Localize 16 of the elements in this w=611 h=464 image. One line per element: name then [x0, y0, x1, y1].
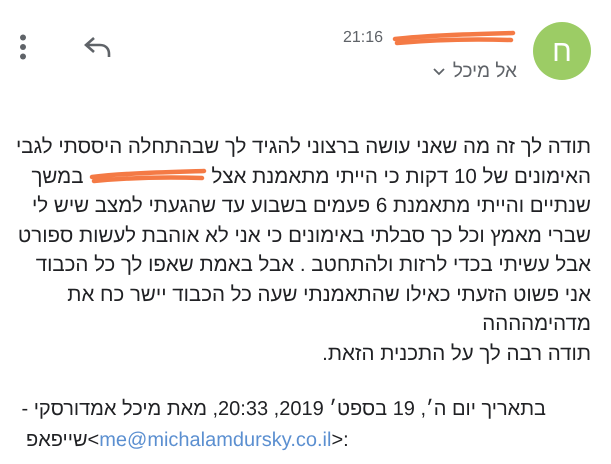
body-text-line: במשך [31, 164, 84, 190]
more-options-icon[interactable] [18, 34, 28, 60]
body-text-line: מדהימהההה [482, 311, 591, 337]
chevron-icon[interactable] [432, 68, 445, 76]
body-text-line: תודה רבה לך על התכנית הזאת. [322, 340, 591, 366]
time: 21:16 [342, 28, 383, 48]
body-text-line: שנתיים והייתי מתאמנת 6 פעמים בשבוע עד שהגעתי למצב שיש לי [32, 193, 591, 219]
body-text-line: תודה לך זה מה שאני עושה ברצוני להגיד לך שבהתחלה היססתי לגבי [16, 134, 591, 160]
reply-icon[interactable] [84, 35, 112, 59]
recipient-label: אל מיכל [452, 60, 517, 84]
avatar: ח [533, 22, 591, 80]
body-text-line: אני פשוט הזעתי כאילו שהתאמנתי שעה כל הכבוד יישר כח את [67, 282, 591, 308]
body-text-line: אבל עשיתי בכדי לרזות ולהתחטב . אבל באמת שאפו לך כל הכבוד [36, 252, 591, 278]
email-link[interactable]: me@michalamdursky.co.il [99, 429, 332, 451]
body-text-line: האימונים של 10 דקות כי הייתי מתאמנת אצל [212, 164, 591, 190]
body-text-line: שברי מאמץ וכל כך סבלתי באימונים כי אני לא אוהבת לעשות ספורט [18, 222, 591, 248]
